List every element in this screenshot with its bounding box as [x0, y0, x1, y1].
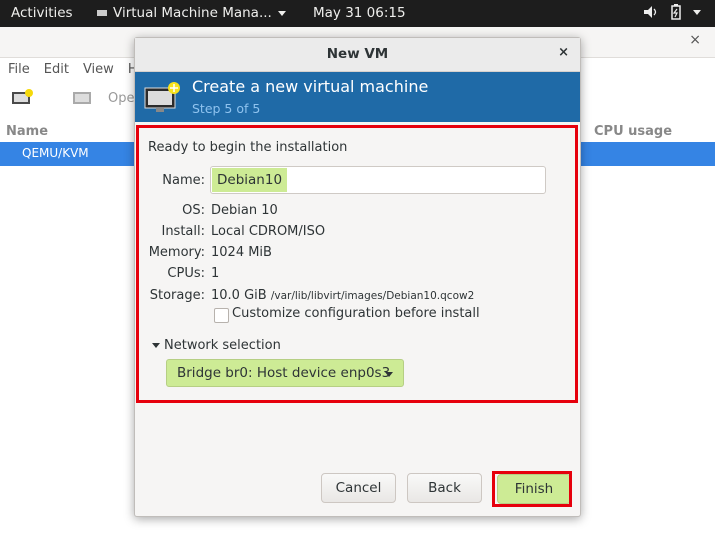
- highlight-summary-box: [136, 125, 578, 403]
- open-vm-icon[interactable]: [70, 89, 94, 107]
- menu-file[interactable]: File: [8, 62, 30, 77]
- dialog-titlebar: New VM ×: [135, 38, 580, 72]
- back-button[interactable]: Back: [407, 473, 482, 503]
- cancel-button[interactable]: Cancel: [321, 473, 396, 503]
- app-icon: [97, 10, 107, 16]
- app-menu-label: Virtual Machine Mana...: [113, 5, 272, 21]
- menu-bar: File Edit View H: [8, 62, 138, 77]
- wizard-banner: Create a new virtual machine Step 5 of 5: [135, 72, 580, 122]
- banner-step: Step 5 of 5: [192, 101, 261, 116]
- close-icon[interactable]: ×: [689, 32, 701, 48]
- dialog-title: New VM: [326, 46, 389, 62]
- battery-icon: [671, 4, 681, 20]
- banner-title: Create a new virtual machine: [192, 77, 429, 96]
- chevron-down-icon: [277, 10, 286, 16]
- system-tray[interactable]: [643, 4, 701, 20]
- menu-edit[interactable]: Edit: [44, 62, 69, 77]
- connection-label: QEMU/KVM: [22, 146, 89, 160]
- dialog-close-button[interactable]: ×: [558, 45, 569, 60]
- app-menu[interactable]: Virtual Machine Mana...: [97, 5, 286, 21]
- clock[interactable]: May 31 06:15: [313, 5, 406, 21]
- column-cpu-usage[interactable]: CPU usage: [594, 124, 672, 139]
- menu-view[interactable]: View: [83, 62, 114, 77]
- new-vm-icon[interactable]: [10, 89, 34, 107]
- top-bar: Activities Virtual Machine Mana... May 3…: [0, 0, 715, 27]
- column-name[interactable]: Name: [6, 124, 48, 139]
- activities-button[interactable]: Activities: [11, 5, 73, 21]
- new-vm-icon: [144, 82, 180, 112]
- volume-icon: [644, 6, 657, 18]
- highlight-finish-box: [492, 471, 572, 507]
- chevron-down-icon: [693, 9, 701, 15]
- main-toolbar: Open: [10, 89, 143, 107]
